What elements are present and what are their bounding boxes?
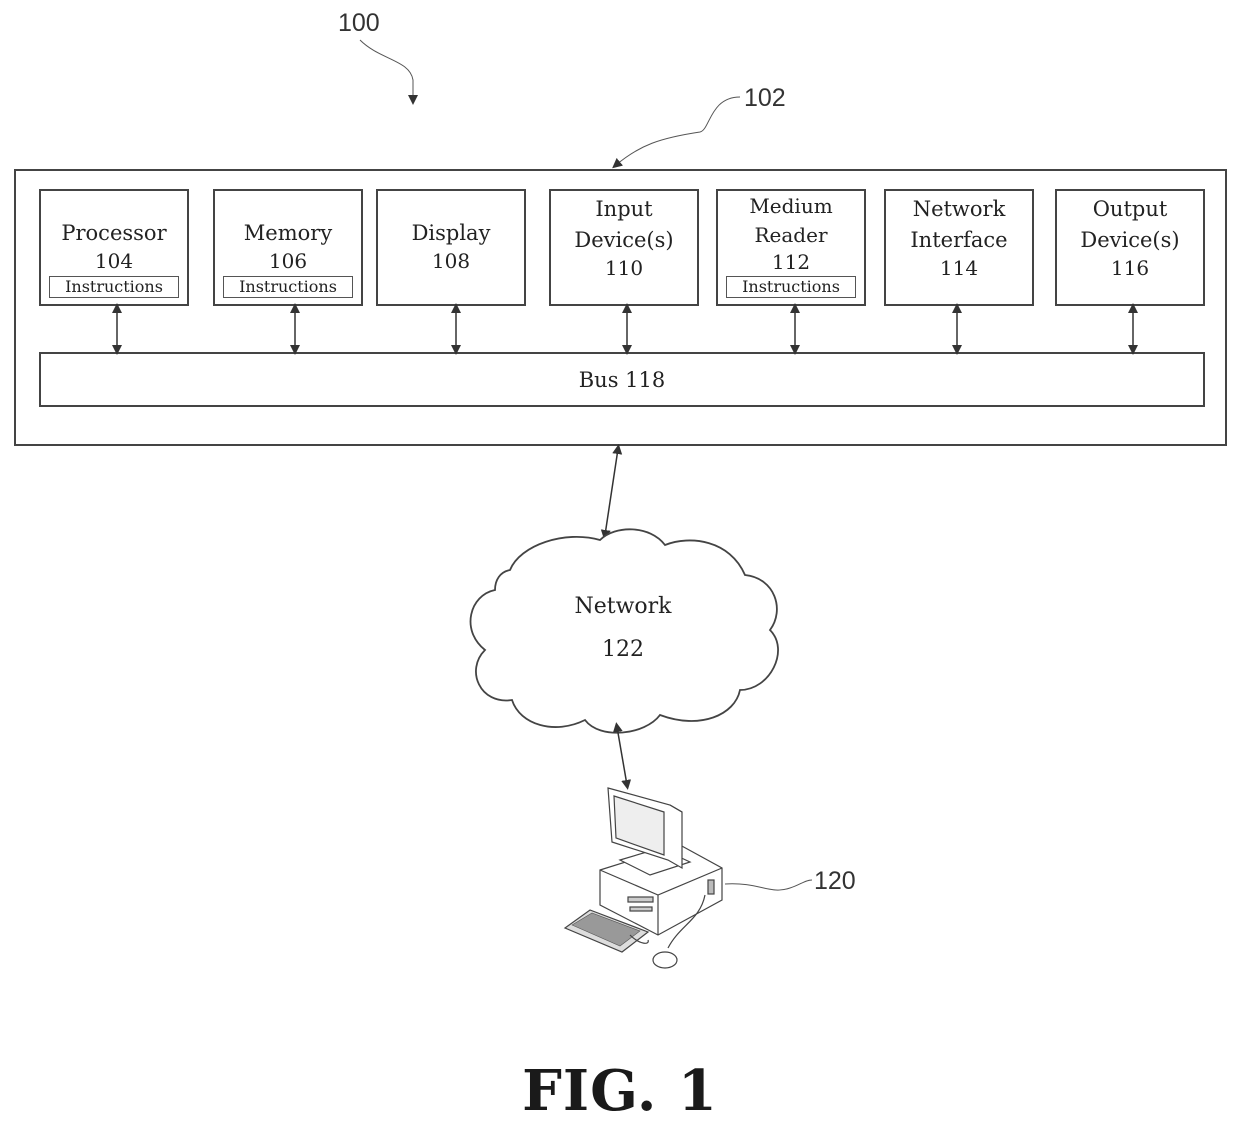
medium-reader-number: 112 bbox=[771, 250, 811, 274]
client-reference-label: 120 bbox=[814, 867, 856, 895]
client-leader-line bbox=[724, 879, 813, 891]
display-box: Display 108 bbox=[376, 189, 526, 306]
network-interface-number: 114 bbox=[939, 256, 979, 280]
processor-label: Processor bbox=[61, 221, 167, 245]
memory-label: Memory bbox=[243, 221, 333, 245]
input-devices-box: Input Device(s) 110 bbox=[549, 189, 699, 306]
output-devices-box: Output Device(s) 116 bbox=[1055, 189, 1205, 306]
system-leader-arrow bbox=[359, 39, 418, 105]
bus-box: Bus 118 bbox=[39, 352, 1205, 407]
display-number: 108 bbox=[431, 249, 471, 273]
medium-reader-box: Medium Reader 112 Instructions bbox=[716, 189, 866, 306]
output-devices-label: Output Device(s) bbox=[1080, 197, 1180, 252]
memory-box: Memory 106 Instructions bbox=[213, 189, 363, 306]
input-devices-label: Input Device(s) bbox=[574, 197, 674, 252]
device-leader-arrow bbox=[612, 96, 741, 169]
network-label: Network bbox=[574, 594, 672, 619]
processor-instructions: Instructions bbox=[49, 276, 179, 298]
processor-number: 104 bbox=[94, 249, 134, 273]
figure-caption: FIG. 1 bbox=[522, 1058, 718, 1124]
system-reference-label: 100 bbox=[338, 9, 380, 37]
network-interface-label: Network Interface bbox=[910, 197, 1008, 252]
network-computer-arrow bbox=[612, 722, 632, 790]
device-reference-label: 102 bbox=[744, 84, 786, 112]
memory-number: 106 bbox=[268, 249, 308, 273]
display-label: Display bbox=[411, 221, 491, 245]
medium-reader-label: Medium Reader bbox=[749, 194, 833, 247]
network-number: 122 bbox=[602, 637, 644, 662]
output-devices-number: 116 bbox=[1110, 256, 1150, 280]
network-cloud bbox=[469, 528, 779, 734]
client-computer-icon bbox=[563, 787, 723, 969]
network-interface-box: Network Interface 114 bbox=[884, 189, 1034, 306]
medium-reader-instructions: Instructions bbox=[726, 276, 856, 298]
processor-box: Processor 104 Instructions bbox=[39, 189, 189, 306]
input-devices-number: 110 bbox=[604, 256, 644, 280]
device-network-arrow bbox=[600, 444, 623, 540]
bus-label: Bus 118 bbox=[578, 368, 666, 392]
memory-instructions: Instructions bbox=[223, 276, 353, 298]
